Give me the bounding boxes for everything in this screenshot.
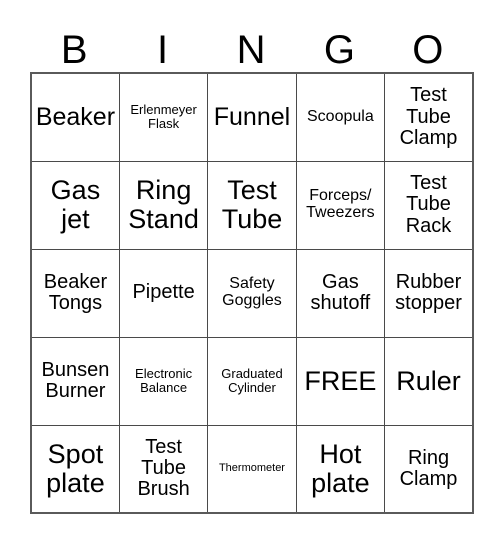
bingo-cell-g2[interactable]: Forceps/Tweezers — [295, 160, 386, 250]
bingo-cell-label: Gas jet — [50, 175, 101, 234]
bingo-cell-label: Forceps/Tweezers — [306, 187, 375, 221]
bingo-cell-o1[interactable]: Test Tube Clamp — [384, 72, 474, 162]
bingo-cell-label: Spot plate — [46, 439, 105, 498]
bingo-cell-label: Test Tube Brush — [137, 435, 190, 501]
bingo-cell-g1[interactable]: Scoopula — [295, 72, 386, 162]
bingo-cell-label: Ring Stand — [128, 175, 199, 234]
table-row: Beaker Tongs Pipette Safety Goggles Gas shu… — [30, 248, 474, 338]
bingo-cell-label: Hot plate — [311, 439, 370, 498]
bingo-header-letter-o: O — [412, 28, 444, 72]
bingo-cell-n3[interactable]: Safety Goggles — [207, 248, 297, 338]
bingo-cell-label: Test Tube Clamp — [399, 84, 458, 149]
bingo-cell-i1[interactable]: Erlenmeyer Flask — [118, 72, 209, 162]
bingo-cell-n5[interactable]: Thermometer — [207, 424, 297, 514]
bingo-cell-label: Erlenmeyer Flask — [130, 102, 197, 132]
bingo-cell-b4[interactable]: Bunsen Burner — [30, 336, 120, 426]
bingo-cell-b1[interactable]: Beaker — [30, 72, 120, 162]
bingo-cell-i2[interactable]: Ring Stand — [118, 160, 209, 250]
bingo-cell-i3[interactable]: Pipette — [118, 248, 209, 338]
bingo-cell-n2[interactable]: Test Tube — [207, 160, 297, 250]
bingo-header-letter-n: N — [236, 28, 266, 72]
bingo-cell-i5[interactable]: Test Tube Brush — [118, 424, 209, 514]
bingo-cell-label: Beaker — [35, 103, 116, 131]
table-row: Bunsen Burner Electronic Balance Graduated… — [30, 336, 474, 426]
bingo-grid-body: Beaker Erlenmeyer Flask Funnel Scoopula T… — [30, 72, 474, 514]
bingo-cell-g3[interactable]: Gas shutoff — [295, 248, 386, 338]
bingo-cell-label: Ring Clamp — [399, 446, 458, 490]
bingo-header-letter-i: I — [157, 28, 169, 72]
bingo-cell-label: Graduated Cylinder — [221, 366, 283, 395]
bingo-header: B I N G O — [30, 10, 472, 72]
bingo-cell-label: Gas shutoff — [310, 270, 371, 314]
bingo-cell-n4[interactable]: Graduated Cylinder — [207, 336, 297, 426]
bingo-cell-label: Electronic Balance — [135, 366, 193, 395]
bingo-cell-label: Test Tube Rack — [405, 172, 452, 237]
bingo-cell-o3[interactable]: Rubber stopper — [384, 248, 474, 338]
bingo-cell-free[interactable]: FREE — [295, 336, 386, 426]
bingo-card: B I N G O Beaker Erlenmeyer Flask Funnel … — [30, 10, 474, 514]
bingo-cell-label: Test Tube — [221, 175, 283, 234]
table-row: Gas jet Ring Stand Test Tube Forceps/Tweeze… — [30, 160, 474, 250]
bingo-cell-label: Beaker Tongs — [43, 270, 108, 314]
table-row: Beaker Erlenmeyer Flask Funnel Scoopula T… — [30, 72, 474, 162]
bingo-header-letter-b: B — [60, 28, 88, 72]
bingo-cell-label: FREE — [304, 365, 377, 396]
bingo-cell-label: Ruler — [396, 365, 461, 396]
bingo-cell-o5[interactable]: Ring Clamp — [384, 424, 474, 514]
bingo-grid: Beaker Erlenmeyer Flask Funnel Scoopula T… — [30, 72, 474, 514]
bingo-cell-b3[interactable]: Beaker Tongs — [30, 248, 120, 338]
bingo-cell-label: Scoopula — [307, 107, 374, 125]
bingo-cell-label: Safety Goggles — [222, 275, 282, 309]
bingo-cell-label: Funnel — [213, 103, 291, 131]
bingo-cell-label: Bunsen Burner — [41, 358, 110, 402]
bingo-cell-g5[interactable]: Hot plate — [295, 424, 386, 514]
bingo-cell-o2[interactable]: Test Tube Rack — [384, 160, 474, 250]
bingo-cell-o4[interactable]: Ruler — [384, 336, 474, 426]
bingo-header-letter-g: G — [323, 28, 355, 72]
table-row: Spot plate Test Tube Brush Thermometer Hot p… — [30, 424, 474, 514]
bingo-cell-i4[interactable]: Electronic Balance — [118, 336, 209, 426]
bingo-cell-label: Thermometer — [218, 461, 285, 474]
bingo-cell-label: Pipette — [132, 281, 195, 304]
bingo-cell-b5[interactable]: Spot plate — [30, 424, 120, 514]
bingo-cell-label: Rubber stopper — [395, 270, 462, 314]
bingo-cell-n1[interactable]: Funnel — [207, 72, 297, 162]
bingo-cell-b2[interactable]: Gas jet — [30, 160, 120, 250]
